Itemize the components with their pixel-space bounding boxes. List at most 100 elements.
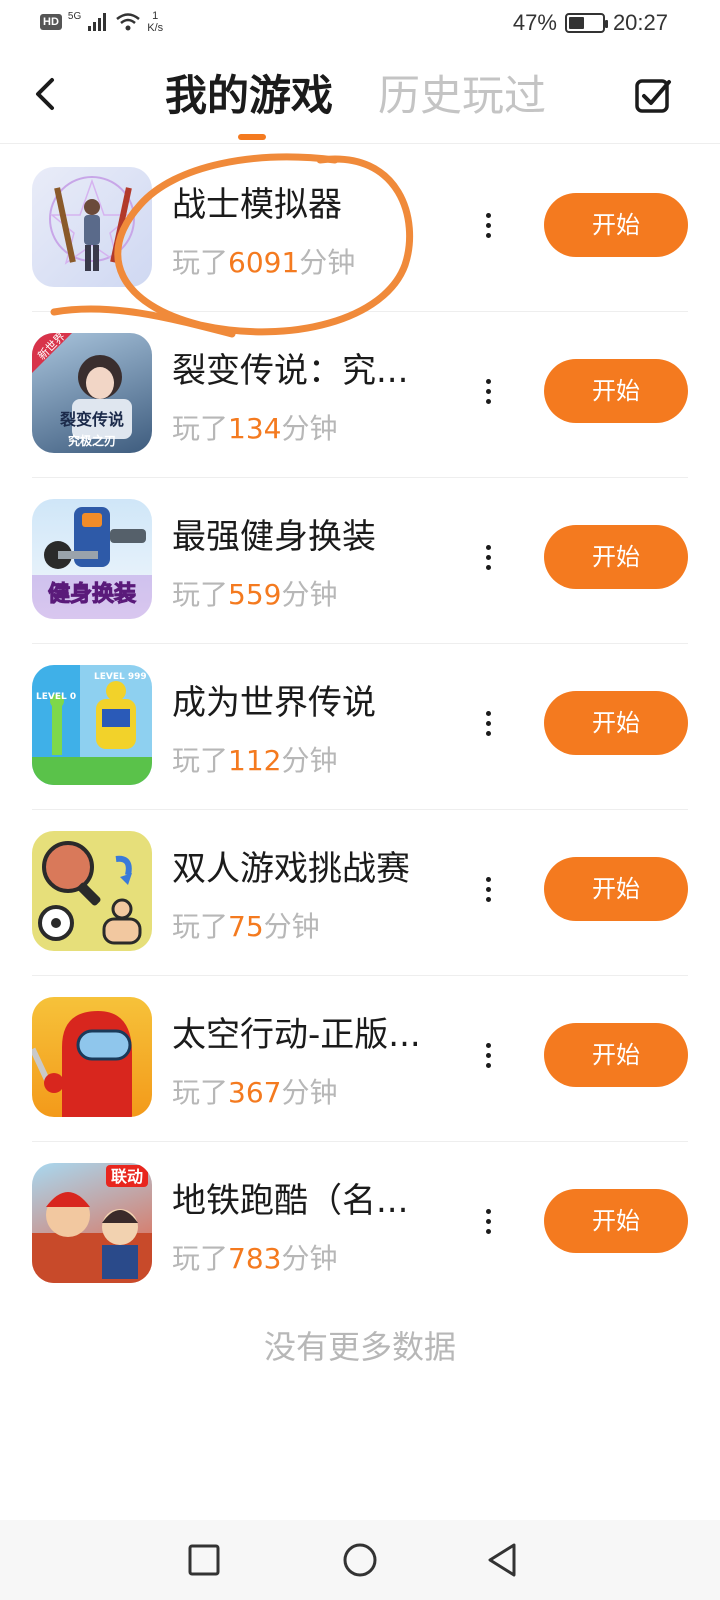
play-time-prefix: 玩了 [172, 910, 229, 943]
game-icon-world-legend[interactable]: LEVEL 0 LEVEL 999 [32, 665, 152, 785]
start-button[interactable]: 开始 [544, 691, 688, 755]
play-time-unit: 分钟 [263, 910, 320, 943]
wifi-icon [116, 13, 141, 31]
play-time: 玩了6091分钟 [172, 245, 355, 281]
game-icon-fitness[interactable]: 健身换装 [32, 499, 152, 619]
game-icon-subway[interactable]: 联动 [32, 1163, 152, 1283]
game-name: 战士模拟器 [172, 185, 342, 225]
fitness-art-icon: 健身换装 [32, 507, 152, 619]
fission-legend-art-icon: 新世界 裂变传说 究极之刃 [32, 333, 132, 448]
network-type: 5G [67, 10, 82, 22]
clock: 20:27 [612, 10, 668, 35]
subway-art-icon: 联动 [32, 1165, 152, 1283]
battery-fill [568, 17, 584, 29]
game-icon-warrior[interactable] [32, 167, 152, 287]
start-button[interactable]: 开始 [544, 1023, 688, 1087]
status-right: 47% 20:27 [513, 10, 668, 36]
game-name: 最强健身换装 [172, 517, 376, 557]
play-time-minutes: 559 [228, 578, 282, 611]
more-options-icon[interactable] [470, 1035, 506, 1075]
more-options-icon[interactable] [470, 371, 506, 411]
play-time-unit: 分钟 [281, 1076, 338, 1109]
warrior-art-icon [49, 176, 135, 271]
status-bar: HD 5G 1 K/s 47% 20:27 [0, 0, 720, 48]
play-time: 玩了134分钟 [172, 411, 337, 447]
play-time: 玩了559分钟 [172, 577, 337, 613]
fission-legend-icon-title: 裂变传说 [59, 410, 124, 429]
game-name: 地铁跑酷（名... [172, 1181, 409, 1221]
play-time-prefix: 玩了 [172, 412, 229, 445]
play-time-unit: 分钟 [281, 412, 338, 445]
fitness-icon-title: 健身换装 [48, 581, 136, 607]
subway-icon-badge: 联动 [111, 1167, 143, 1186]
play-time-prefix: 玩了 [172, 246, 229, 279]
play-time-minutes: 367 [228, 1076, 282, 1109]
network-speed: 1 K/s [147, 10, 163, 34]
game-list: 战士模拟器 玩了6091分钟 开始 新世界 裂变传说 究极之刃 裂变传说：究..… [0, 145, 720, 1307]
game-row[interactable]: 双人游戏挑战赛 玩了75分钟 开始 [0, 809, 720, 975]
start-button[interactable]: 开始 [544, 525, 688, 589]
start-button[interactable]: 开始 [544, 193, 688, 257]
level-left-label: LEVEL 0 [36, 692, 76, 702]
play-time-minutes: 6091 [228, 246, 300, 279]
play-time: 玩了112分钟 [172, 743, 337, 779]
hd-badge: HD [40, 14, 62, 30]
game-name: 裂变传说：究... [172, 351, 409, 391]
header: 我的游戏 历史玩过 [0, 48, 720, 144]
more-options-icon[interactable] [470, 869, 506, 909]
play-time-unit: 分钟 [281, 744, 338, 777]
game-row[interactable]: 联动 地铁跑酷（名... 玩了783分钟 开始 [0, 1141, 720, 1307]
more-options-icon[interactable] [470, 1201, 506, 1241]
more-options-icon[interactable] [470, 205, 506, 245]
play-time: 玩了367分钟 [172, 1075, 337, 1111]
start-button[interactable]: 开始 [544, 1189, 688, 1253]
signal-icon [88, 13, 107, 31]
game-icon-two-player[interactable] [32, 831, 152, 951]
system-nav-bar [0, 1520, 720, 1600]
game-name: 太空行动-正版... [172, 1015, 421, 1055]
start-button[interactable]: 开始 [544, 359, 688, 423]
game-name: 双人游戏挑战赛 [172, 849, 410, 889]
play-time-prefix: 玩了 [172, 578, 229, 611]
world-legend-art-icon: LEVEL 0 LEVEL 999 [32, 665, 152, 785]
no-more-data-text: 没有更多数据 [263, 1328, 456, 1366]
tab-indicator [238, 134, 266, 140]
network-speed-value: 1 [152, 10, 159, 22]
two-player-art-icon [38, 841, 142, 945]
triangle-back-icon[interactable] [478, 1536, 526, 1584]
play-time-minutes: 75 [228, 910, 264, 943]
more-options-icon[interactable] [470, 537, 506, 577]
network-speed-unit: K/s [147, 22, 164, 34]
play-time-minutes: 134 [228, 412, 282, 445]
play-time-prefix: 玩了 [172, 1076, 229, 1109]
start-button[interactable]: 开始 [544, 857, 688, 921]
chevron-left-icon[interactable] [30, 74, 60, 114]
play-time-prefix: 玩了 [172, 744, 229, 777]
play-time-minutes: 783 [228, 1242, 282, 1275]
play-time-unit: 分钟 [281, 578, 338, 611]
fission-legend-icon-subtitle: 究极之刃 [68, 433, 116, 448]
square-icon[interactable] [180, 1536, 228, 1584]
battery-icon [564, 13, 608, 33]
play-time: 玩了75分钟 [172, 909, 320, 945]
game-row[interactable]: 战士模拟器 玩了6091分钟 开始 [0, 145, 720, 311]
play-time-unit: 分钟 [299, 246, 356, 279]
tab-my-games[interactable]: 我的游戏 [165, 68, 333, 124]
game-row[interactable]: 健身换装 最强健身换装 玩了559分钟 开始 [0, 477, 720, 643]
level-right-label: LEVEL 999 [94, 672, 147, 682]
play-time-prefix: 玩了 [172, 1242, 229, 1275]
battery-percent: 47% [512, 10, 557, 35]
game-row[interactable]: 太空行动-正版... 玩了367分钟 开始 [0, 975, 720, 1141]
play-time-unit: 分钟 [281, 1242, 338, 1275]
play-time: 玩了783分钟 [172, 1241, 337, 1277]
game-name: 成为世界传说 [172, 683, 376, 723]
more-options-icon[interactable] [470, 703, 506, 743]
status-left: HD 5G 1 K/s [40, 10, 163, 34]
game-row[interactable]: 新世界 裂变传说 究极之刃 裂变传说：究... 玩了134分钟 开始 [0, 311, 720, 477]
tab-history[interactable]: 历史玩过 [378, 68, 546, 124]
game-row[interactable]: LEVEL 0 LEVEL 999 成为世界传说 玩了112分钟 开始 [0, 643, 720, 809]
checkbox-edit-icon[interactable] [634, 76, 672, 114]
game-icon-fission-legend[interactable]: 新世界 裂变传说 究极之刃 [32, 333, 152, 453]
game-icon-space-action[interactable] [32, 997, 152, 1117]
circle-icon[interactable] [336, 1536, 384, 1584]
